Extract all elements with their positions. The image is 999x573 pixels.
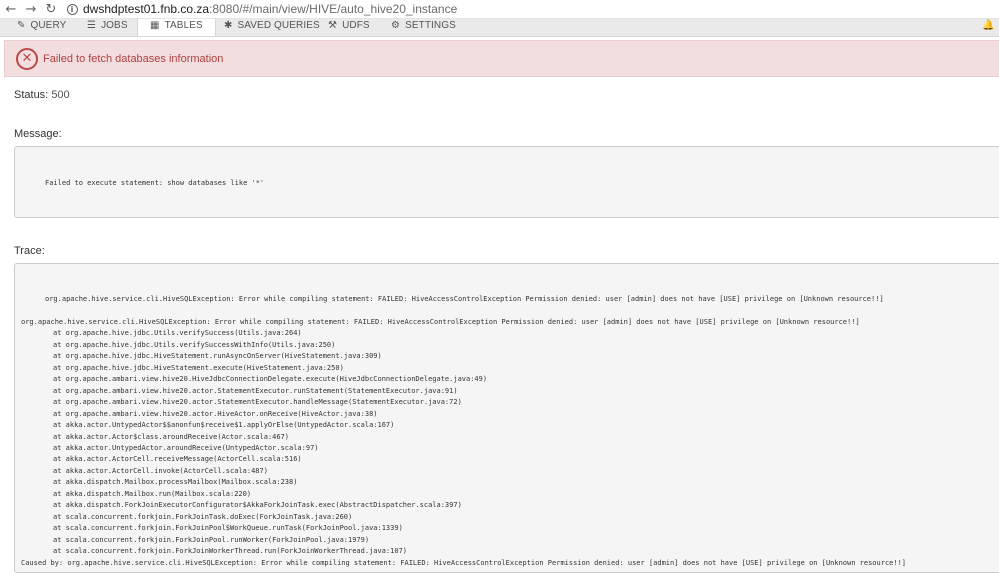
trace-line: at akka.dispatch.ForkJoinExecutorConfigu… (53, 501, 462, 510)
tab-label: SETTINGS (405, 19, 456, 31)
trace-line: at scala.concurrent.forkjoin.ForkJoinPoo… (53, 535, 370, 544)
trace-box: org.apache.hive.service.cli.HiveSQLExcep… (14, 263, 999, 573)
tab-query[interactable]: ✎ QUERY (17, 19, 67, 36)
tab-jobs[interactable]: ☰ JOBS (87, 19, 128, 36)
trace-label: Trace: (14, 245, 45, 257)
trace-line: at org.apache.ambari.view.hive20.actor.H… (53, 409, 378, 418)
trace-line: at akka.actor.ActorCell.invoke(ActorCell… (53, 466, 268, 475)
notifications-icon: 🔔 (982, 19, 995, 31)
back-arrow-icon[interactable]: ← (1, 0, 21, 19)
trace-line: at org.apache.ambari.view.hive20.HiveJdb… (53, 375, 488, 384)
main-tab-bar: ✎ QUERY ☰ JOBS ▦ TABLES ✱ SAVED QUERIES ⚒ UDF… (0, 19, 999, 37)
status-row: Status: 500 (14, 89, 70, 101)
url-host: dwshdptest01.fnb.co.za (83, 2, 210, 16)
status-value: 500 (51, 89, 70, 101)
trace-line: at org.apache.ambari.view.hive20.actor.S… (53, 398, 462, 407)
trace-line: at akka.dispatch.Mailbox.run(Mailbox.sca… (53, 489, 252, 498)
trace-line: at scala.concurrent.forkjoin.ForkJoinWor… (53, 547, 408, 555)
query-icon: ✎ (17, 19, 26, 31)
udfs-icon: ⚒ (328, 19, 338, 31)
error-circle-icon: ✕ (16, 47, 38, 70)
tables-icon: ▦ (150, 19, 160, 31)
alert-message: Failed to fetch databases information (43, 52, 224, 65)
tab-udfs[interactable]: ⚒ UDFs (328, 19, 370, 36)
message-box: Failed to execute statement: show databa… (14, 146, 999, 218)
jobs-icon: ☰ (87, 19, 97, 31)
forward-arrow-icon[interactable]: → (21, 0, 41, 19)
trace-line: at scala.concurrent.forkjoin.ForkJoinPoo… (53, 524, 403, 533)
trace-line: at akka.actor.UntypedActor$$anonfun$rece… (53, 421, 395, 430)
saved-queries-icon: ✱ (224, 19, 233, 31)
tab-notifications[interactable]: 🔔N (982, 19, 999, 36)
trace-line: org.apache.hive.service.cli.HiveSQLExcep… (45, 295, 884, 303)
trace-line: at org.apache.hive.jdbc.Utils.verifySucc… (53, 329, 302, 338)
tab-label: UDFs (342, 19, 370, 31)
tab-settings[interactable]: ⚙ SETTINGS (391, 19, 456, 36)
browser-toolbar: ← → ↻ i dwshdptest01.fnb.co.za:8080/#/ma… (0, 0, 999, 19)
tab-tables[interactable]: ▦ TABLES (137, 19, 216, 36)
trace-line: at scala.concurrent.forkjoin.ForkJoinTas… (53, 512, 353, 521)
tab-label: JOBS (101, 19, 128, 31)
message-text: Failed to execute statement: show databa… (45, 179, 265, 187)
trace-line: Caused by: org.apache.hive.service.cli.H… (21, 559, 907, 568)
trace-line: at akka.actor.UntypedActor.aroundReceive… (53, 443, 319, 452)
url-path: :8080/#/main/view/HIVE/auto_hive20_insta… (209, 2, 458, 16)
reload-icon[interactable]: ↻ (41, 0, 61, 19)
address-bar[interactable]: dwshdptest01.fnb.co.za:8080/#/main/view/… (83, 2, 457, 16)
settings-icon: ⚙ (391, 19, 401, 31)
trace-line: org.apache.hive.service.cli.HiveSQLExcep… (21, 318, 860, 326)
tab-label: TABLES (164, 19, 203, 31)
tab-saved-queries[interactable]: ✱ SAVED QUERIES (224, 19, 320, 36)
site-info-icon[interactable]: i (64, 0, 80, 19)
trace-line: at akka.actor.Actor$class.aroundReceive(… (53, 432, 290, 441)
tab-label: SAVED QUERIES (237, 19, 320, 31)
trace-line: at org.apache.hive.jdbc.HiveStatement.ex… (53, 363, 344, 372)
error-alert: ✕ Failed to fetch databases information (4, 40, 999, 77)
trace-line: at org.apache.hive.jdbc.HiveStatement.ru… (53, 352, 382, 361)
tab-label: QUERY (30, 19, 67, 31)
status-label: Status: (14, 89, 49, 101)
trace-line: at org.apache.ambari.view.hive20.actor.S… (53, 386, 458, 395)
trace-line: at akka.actor.ActorCell.receiveMessage(A… (53, 455, 302, 464)
trace-line: at org.apache.hive.jdbc.Utils.verifySucc… (53, 340, 336, 349)
message-label: Message: (14, 128, 62, 140)
trace-line: at akka.dispatch.Mailbox.processMailbox(… (53, 478, 298, 487)
